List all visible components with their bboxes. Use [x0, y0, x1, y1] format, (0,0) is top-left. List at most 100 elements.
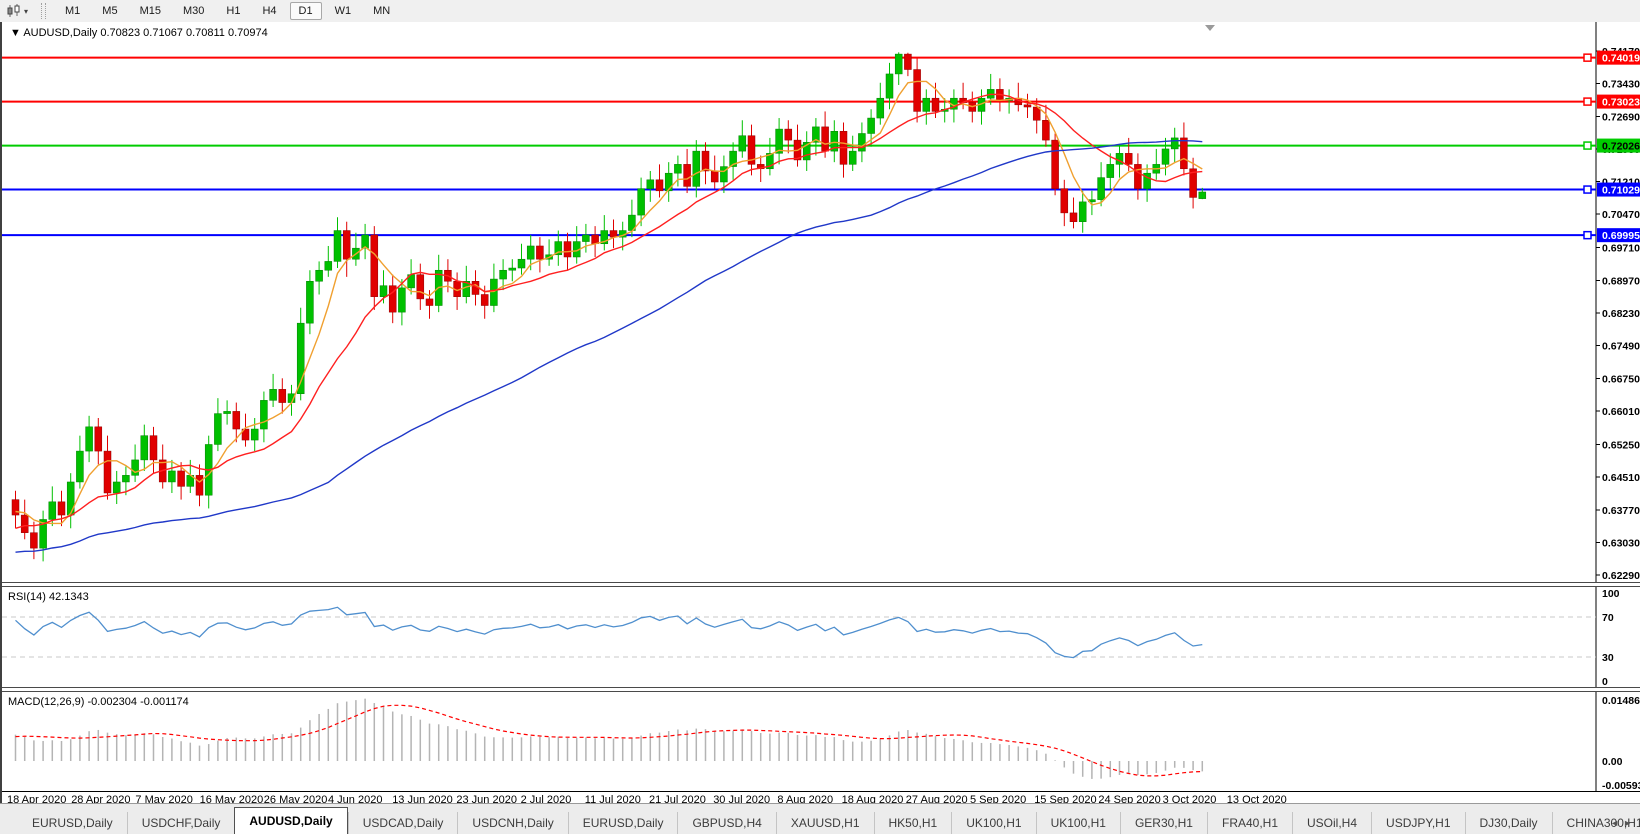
- candle-body: [112, 481, 121, 494]
- macd-panel-canvas[interactable]: 0.014861 0.00 -0.005938 MACD(12,26,9) -0.00…: [2, 692, 1640, 791]
- tab-scroll-right-icon[interactable]: ►: [1623, 818, 1636, 828]
- timeframe-button-m5[interactable]: M5: [93, 2, 126, 20]
- candle-body: [260, 400, 268, 430]
- candle-body: [582, 234, 590, 242]
- candle-body: [701, 150, 710, 172]
- timeframe-button-m15[interactable]: M15: [131, 2, 170, 20]
- price-badge-label: 0.72026: [1602, 141, 1640, 153]
- line-handle[interactable]: [1583, 185, 1592, 194]
- candle-body: [20, 514, 29, 533]
- timeframe-button-m1[interactable]: M1: [56, 2, 89, 20]
- tab-eurusd-daily[interactable]: EURUSD,Daily: [567, 812, 678, 834]
- candlestick-chart-icon: [7, 4, 20, 17]
- price-tick-label: 0.68230: [1602, 308, 1640, 320]
- candle-body: [398, 287, 406, 313]
- rsi-line: [15, 606, 1203, 659]
- candle-body: [655, 179, 664, 192]
- main-chart-canvas[interactable]: 0.741700.734300.726900.719500.712100.704…: [2, 22, 1640, 582]
- candle-body: [48, 501, 57, 520]
- candle-body: [76, 450, 84, 483]
- rsi-label: RSI(14) 42.1343: [8, 591, 89, 603]
- timeframe-button-d1[interactable]: D1: [289, 2, 322, 20]
- tab-gbpusd-h4[interactable]: GBPUSD,H4: [677, 812, 775, 834]
- price-tick-label: 0.66010: [1602, 406, 1640, 418]
- line-handle[interactable]: [1583, 230, 1592, 240]
- line-handle[interactable]: [1583, 97, 1592, 106]
- ma-fast-line: [15, 80, 1203, 525]
- candle-body: [1069, 212, 1078, 222]
- candle-body: [168, 470, 176, 483]
- rsi-axis-label: 100: [1602, 588, 1620, 600]
- candle-body: [591, 234, 599, 245]
- candle-body: [177, 470, 185, 487]
- tab-uk100-h1[interactable]: UK100,H1: [1035, 812, 1120, 834]
- candle-body: [269, 389, 277, 401]
- tab-scroll-left-icon[interactable]: ◄: [1610, 818, 1623, 828]
- candle-body: [149, 435, 158, 461]
- tab-usdchf-daily[interactable]: USDCHF,Daily: [126, 812, 235, 834]
- candle-body: [66, 481, 75, 516]
- timeframe-button-h1[interactable]: H1: [217, 2, 249, 20]
- tab-ger30-h1[interactable]: GER30,H1: [1119, 812, 1207, 834]
- candle-body: [30, 532, 38, 549]
- tab-uk100-h1[interactable]: UK100,H1: [951, 812, 1035, 834]
- candle-body: [1106, 164, 1115, 178]
- price-badge-label: 0.71029: [1602, 185, 1640, 197]
- chart-tab-bar: EURUSD,Daily USDCHF,Daily AUDUSD,Daily USDC…: [0, 803, 1640, 834]
- price-tick-label: 0.63030: [1602, 537, 1640, 549]
- candle-body: [1051, 139, 1059, 189]
- candle-body: [122, 475, 130, 483]
- tab-usdcad-daily[interactable]: USDCAD,Daily: [347, 812, 458, 834]
- rsi-axis-label: 30: [1602, 652, 1614, 664]
- price-tick-label: 0.72690: [1602, 111, 1640, 123]
- timeframe-button-w1[interactable]: W1: [326, 2, 361, 20]
- line-handle[interactable]: [1583, 141, 1592, 150]
- candle-body: [324, 261, 333, 271]
- candle-body: [480, 294, 489, 306]
- rsi-axis-label: 70: [1602, 612, 1614, 624]
- candle-body: [57, 501, 66, 516]
- tab-audusd-daily[interactable]: AUDUSD,Daily: [234, 807, 348, 834]
- tab-usoil-h4[interactable]: USOil,H4: [1292, 812, 1371, 834]
- timeframe-toolbar: ▾ M1 M5 M15 M30 H1 H4 D1 W1 MN: [0, 0, 1640, 23]
- candle-body: [858, 133, 866, 152]
- candle-body: [922, 97, 931, 112]
- candle-body: [1198, 191, 1207, 199]
- candle-body: [609, 230, 618, 238]
- price-tick-label: 0.63770: [1602, 505, 1640, 517]
- candle-body: [683, 164, 691, 187]
- chart-type-button[interactable]: ▾: [4, 3, 31, 19]
- tab-hk50-h1[interactable]: HK50,H1: [873, 812, 952, 834]
- tab-usdcnh-daily[interactable]: USDCNH,Daily: [457, 812, 567, 834]
- tab-fra40-h1[interactable]: FRA40,H1: [1206, 812, 1292, 834]
- timeframe-button-m30[interactable]: M30: [174, 2, 213, 20]
- candle-body: [250, 428, 259, 441]
- candle-body: [710, 170, 719, 183]
- candle-body: [1180, 137, 1188, 170]
- macd-axis-label: -0.005938: [1602, 780, 1640, 791]
- candle-body: [674, 164, 682, 174]
- candle-body: [1060, 188, 1069, 214]
- candle-body: [738, 135, 747, 152]
- tab-scroll-arrows: ◄►: [1610, 818, 1636, 828]
- candle-body: [1078, 201, 1087, 222]
- candle-body: [913, 69, 921, 112]
- macd-axis-label: 0.014861: [1602, 695, 1640, 707]
- ma-medium-line: [15, 93, 1203, 529]
- candle-body: [490, 278, 498, 306]
- line-handle[interactable]: [1583, 53, 1592, 62]
- chart-window: 0.741700.734300.726900.719500.712100.704…: [0, 22, 1640, 808]
- timeframe-button-mn[interactable]: MN: [364, 2, 399, 20]
- candle-body: [637, 188, 645, 216]
- timeframe-button-h4[interactable]: H4: [253, 2, 285, 20]
- tab-usdjpy-h1[interactable]: USDJPY,H1: [1371, 812, 1464, 834]
- tab-eurusd-daily[interactable]: EURUSD,Daily: [18, 812, 127, 834]
- rsi-panel-canvas[interactable]: 100 70 30 0 RSI(14) 42.1343: [2, 587, 1640, 687]
- tab-xauusd-h1[interactable]: XAUUSD,H1: [775, 812, 874, 834]
- candle-body: [370, 234, 379, 297]
- candle-body: [646, 179, 655, 189]
- price-badge-label: 0.74019: [1602, 53, 1640, 65]
- tab-dj30-daily[interactable]: DJ30,Daily: [1464, 812, 1552, 834]
- candle-body: [1042, 120, 1050, 141]
- candle-body: [379, 285, 388, 297]
